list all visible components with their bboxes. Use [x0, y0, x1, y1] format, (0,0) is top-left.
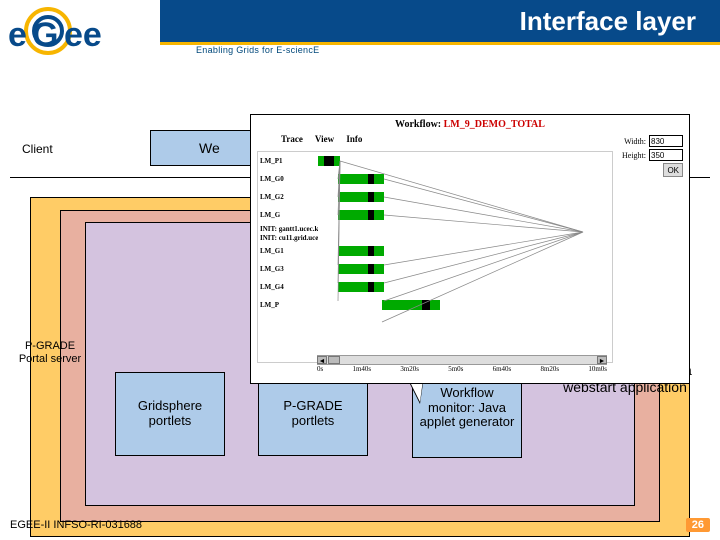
- footer-left: EGEE-II INFSO-RI-031688: [10, 519, 142, 531]
- width-input[interactable]: [649, 135, 683, 147]
- axis-tick: 0s: [317, 365, 323, 377]
- workflow-size-controls: Width: Height: OK: [622, 135, 683, 179]
- slide-header: Interface layer e ee G Enabling Grids fo…: [0, 0, 720, 62]
- gantt-row-label: LM_G1: [258, 247, 318, 255]
- scroll-left-arrow[interactable]: ◄: [317, 356, 327, 364]
- gantt-bar: [318, 192, 612, 202]
- axis-tick: 8m20s: [540, 365, 559, 377]
- slide-title: Interface layer: [520, 6, 696, 37]
- svg-text:e: e: [8, 16, 27, 54]
- gantt-bar: [318, 300, 612, 310]
- gantt-body: LM_P1 LM_G0 LM_G2 LM_G INIT: gantt1.ucec…: [257, 151, 613, 363]
- gantt-row-label: LM_G4: [258, 283, 318, 291]
- workflow-title-prefix: Workflow:: [395, 119, 444, 130]
- workflow-name: LM_9_DEMO_TOTAL: [444, 119, 545, 130]
- gantt-row-label: LM_P: [258, 301, 318, 309]
- gantt-row-label: LM_G: [258, 211, 318, 219]
- egee-logo: e ee G: [8, 4, 158, 58]
- slide-footer: EGEE-II INFSO-RI-031688 26: [0, 516, 720, 534]
- axis-tick: 10m0s: [588, 365, 607, 377]
- title-bar: Interface layer: [160, 0, 720, 42]
- workflow-monitor-callout: Workflow: LM_9_DEMO_TOTAL Trace View Inf…: [250, 114, 690, 384]
- gantt-row-label: LM_G2: [258, 193, 318, 201]
- gantt-bar: [318, 174, 612, 184]
- gantt-bar: [318, 246, 612, 256]
- client-label: Client: [22, 142, 53, 156]
- pgrade-portlets-box: P-GRADE portlets: [258, 372, 368, 456]
- gantt-bar: [318, 282, 612, 292]
- slide-body: Client We P-GRADE Portal server Gridsphe…: [0, 62, 720, 522]
- workflow-title: Workflow: LM_9_DEMO_TOTAL: [251, 115, 689, 132]
- tagline: Enabling Grids for E-sciencE: [196, 45, 319, 55]
- client-box: We: [150, 130, 260, 166]
- gantt-sub-label: INIT: cu11.grid.ucec.kh: [258, 234, 318, 242]
- gantt-rows: LM_P1 LM_G0 LM_G2 LM_G INIT: gantt1.ucec…: [258, 152, 612, 314]
- gridsphere-portlets-box: Gridsphere portlets: [115, 372, 225, 456]
- svg-text:G: G: [32, 16, 58, 54]
- svg-text:ee: ee: [64, 16, 102, 54]
- axis-tick: 6m40s: [493, 365, 512, 377]
- gantt-bar: [318, 264, 612, 274]
- page-number: 26: [686, 518, 710, 532]
- gantt-row-label: LM_G0: [258, 175, 318, 183]
- axis-tick: 3m20s: [400, 365, 419, 377]
- ok-button[interactable]: OK: [663, 163, 683, 177]
- height-label: Height:: [622, 151, 646, 160]
- height-input[interactable]: [649, 149, 683, 161]
- gantt-row-label: LM_P1: [258, 157, 318, 165]
- gantt-bar: [318, 156, 612, 166]
- scroll-thumb[interactable]: [328, 356, 340, 364]
- gantt-time-axis: 0s 1m40s 3m20s 5m0s 6m40s 8m20s 10m0s: [317, 365, 607, 377]
- axis-tick: 1m40s: [352, 365, 371, 377]
- gantt-row-label: LM_G3: [258, 265, 318, 273]
- scroll-right-arrow[interactable]: ►: [597, 356, 607, 364]
- axis-tick: 5m0s: [448, 365, 463, 377]
- width-label: Width:: [624, 137, 646, 146]
- gantt-bar: [318, 210, 612, 220]
- pgrade-server-label: P-GRADE Portal server: [14, 340, 86, 366]
- gantt-scrollbar[interactable]: ◄ ►: [317, 355, 607, 365]
- gantt-sub-label: INIT: gantt1.ucec.kh: [258, 225, 318, 233]
